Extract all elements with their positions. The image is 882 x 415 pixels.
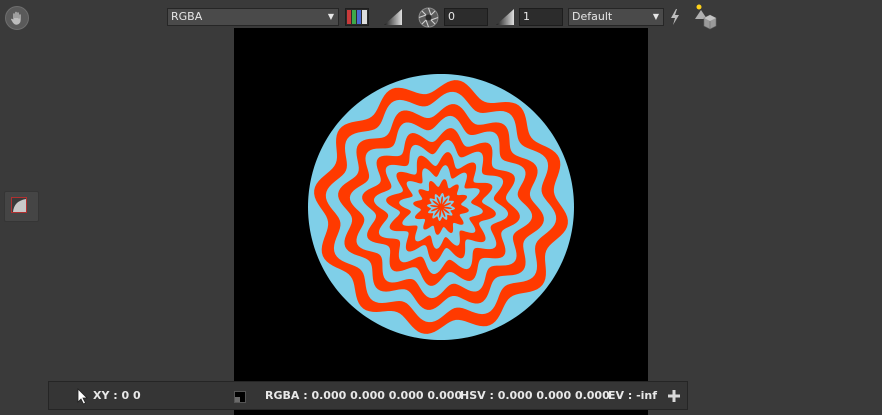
side-tool-button[interactable]	[4, 191, 39, 222]
hand-tool-button[interactable]	[5, 6, 29, 30]
image-viewer: RGBA ▼ 0 1 Default ▼ XY: 0 0 RGBA: 0.0…	[0, 0, 882, 415]
cursor-icon	[77, 388, 88, 405]
gamma-value: 1	[523, 10, 530, 23]
lightning-icon[interactable]	[670, 9, 680, 25]
xy-readout: XY : 0 0	[93, 389, 141, 402]
status-bar: XY : 0 0 RGBA : 0.000 0.000 0.000 0.000 …	[48, 381, 688, 410]
chevron-down-icon: ▼	[652, 12, 659, 21]
exposure-field[interactable]: 0	[444, 8, 488, 26]
channel-select[interactable]: RGBA ▼	[167, 8, 339, 26]
ramp-icon[interactable]	[383, 8, 403, 26]
image-viewport[interactable]	[234, 28, 648, 415]
ev-readout: EV : -inf	[608, 389, 658, 402]
plus-icon[interactable]	[667, 389, 681, 403]
hand-icon	[10, 11, 22, 26]
curve-tool-icon	[11, 197, 27, 213]
rgb-channels-icon[interactable]	[345, 8, 369, 26]
shapes-icon[interactable]	[692, 4, 718, 30]
hsv-readout: HSV : 0.000 0.000 0.000	[460, 389, 610, 402]
view-transform-value: Default	[572, 10, 613, 23]
exposure-value: 0	[448, 10, 455, 23]
gamma-field[interactable]: 1	[519, 8, 563, 26]
aperture-icon[interactable]	[418, 7, 439, 28]
ramp-icon[interactable]	[495, 8, 515, 26]
view-transform-select[interactable]: Default ▼	[568, 8, 664, 26]
color-swatch-icon	[234, 391, 246, 403]
chevron-down-icon: ▼	[327, 12, 334, 21]
rendered-image	[308, 74, 574, 340]
rgba-readout: RGBA : 0.000 0.000 0.000 0.000	[265, 389, 463, 402]
channel-select-value: RGBA	[171, 10, 203, 23]
